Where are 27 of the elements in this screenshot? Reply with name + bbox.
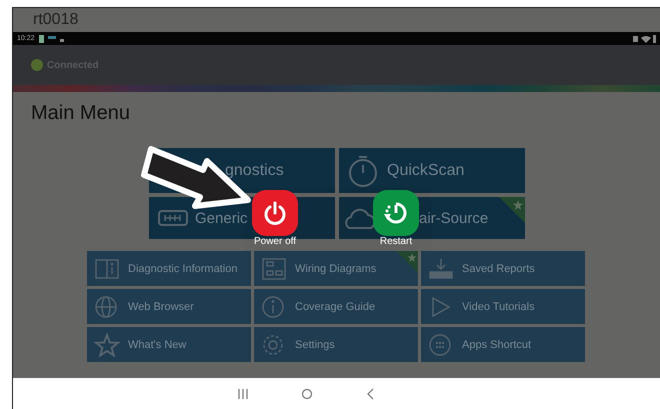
recent-apps-icon[interactable] <box>237 388 249 400</box>
menu-tile[interactable]: QuickScan <box>339 148 525 193</box>
power-menu-label: Power off <box>252 236 298 247</box>
tool-tile[interactable]: Settings <box>254 327 418 362</box>
tool-tile[interactable]: Wiring Diagrams <box>254 251 418 286</box>
connector-icon <box>157 208 189 228</box>
power-menu-label: Restart <box>378 236 414 247</box>
tool-tile[interactable]: Apps Shortcut <box>421 327 585 362</box>
stopwatch-icon <box>347 154 379 188</box>
tool-tile[interactable]: Web Browser <box>87 289 251 324</box>
tool-tile[interactable]: Diagnostic Information <box>87 251 251 286</box>
tool-tile[interactable]: Coverage Guide <box>254 289 418 324</box>
tool-tile[interactable]: Saved Reports <box>421 251 585 286</box>
power-icon <box>262 200 288 226</box>
page-title: Main Menu <box>30 101 131 126</box>
star-icon <box>94 332 120 356</box>
power-button[interactable] <box>252 190 298 236</box>
home-icon[interactable] <box>301 388 313 400</box>
restart-button[interactable] <box>373 190 419 236</box>
tool-tile[interactable]: What's New <box>87 327 251 362</box>
tool-tile[interactable]: Video Tutorials <box>421 289 585 324</box>
system-icons <box>633 34 657 42</box>
window-title: rt0018 <box>33 11 78 29</box>
diagram-icon <box>261 256 287 280</box>
download-icon <box>428 256 454 280</box>
book-icon <box>94 256 120 280</box>
restart-icon <box>383 200 409 226</box>
